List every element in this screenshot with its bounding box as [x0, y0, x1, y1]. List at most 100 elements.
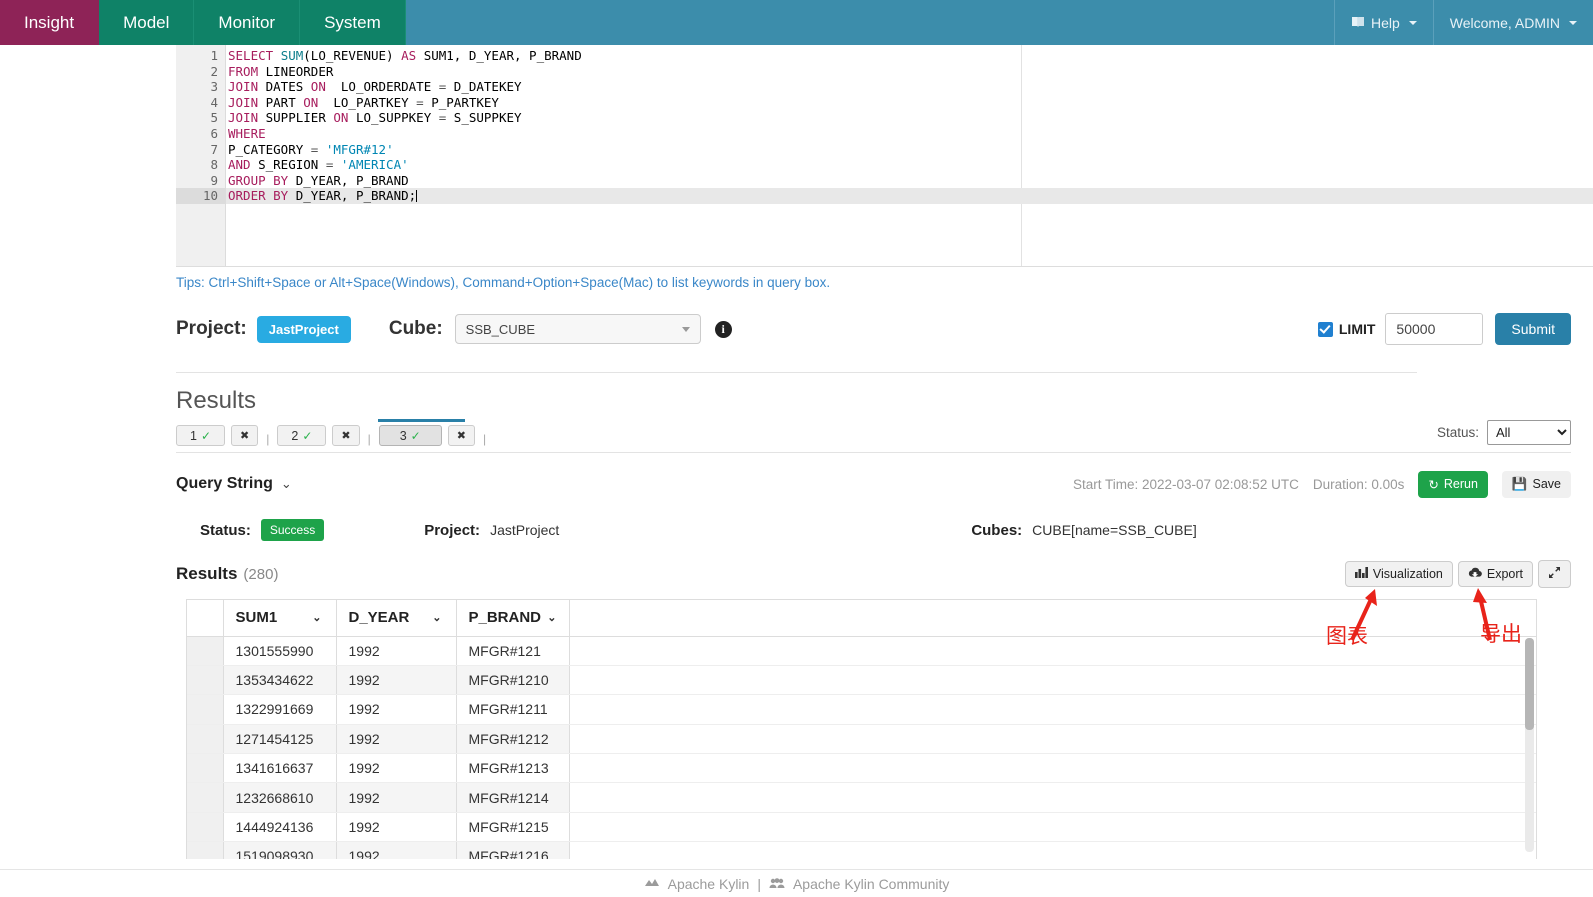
close-tab-1-button[interactable]: ✖	[231, 425, 259, 446]
editor-code-line[interactable]: JOIN DATES ON LO_ORDERDATE = D_DATEKEY	[226, 79, 1593, 95]
query-tab-2-label: 2	[291, 428, 299, 443]
cube-select[interactable]: SSB_CUBE	[454, 314, 701, 344]
table-row[interactable]: 1519098930 1992 MFGR#1216	[187, 841, 1536, 859]
column-header-d-year[interactable]: D_YEAR ⌄	[336, 600, 457, 637]
editor-code-line[interactable]: JOIN SUPPLIER ON LO_SUPPKEY = S_SUPPKEY	[226, 110, 1593, 126]
query-tab-3-label: 3	[399, 428, 407, 443]
code-token: D_DATEKEY	[446, 79, 522, 95]
editor-line-number-gutter: 1 2 3 4 5 6 7 8 9 10	[176, 45, 226, 266]
table-row[interactable]: 1444924136 1992 MFGR#1215	[187, 812, 1536, 843]
column-header-p-brand[interactable]: P_BRAND ⌄	[456, 600, 570, 637]
rerun-button[interactable]: ↻ Rerun	[1418, 470, 1488, 498]
save-button[interactable]: 💾 Save	[1501, 470, 1571, 498]
scrollbar-thumb[interactable]	[1525, 638, 1534, 730]
chevron-double-down-icon[interactable]: ⌄	[281, 476, 292, 492]
nav-item-insight[interactable]: Insight	[0, 0, 100, 45]
duration-label: Duration: 0.00s	[1312, 476, 1405, 492]
query-meta-row: Status: Success Project: JastProject Cub…	[176, 519, 1571, 541]
status-badge: Success	[260, 519, 325, 541]
query-tab-2[interactable]: 2 ✓	[277, 425, 327, 446]
table-cell: MFGR#121	[456, 636, 570, 666]
table-row[interactable]: 1322991669 1992 MFGR#1211	[187, 694, 1536, 725]
table-cell: 1992	[336, 665, 457, 696]
code-token: (LO_REVENUE)	[303, 48, 402, 63]
table-cell: MFGR#1213	[456, 753, 570, 784]
row-select-cell[interactable]	[187, 841, 224, 859]
row-select-cell[interactable]	[187, 724, 224, 755]
community-icon	[769, 876, 785, 892]
row-select-cell[interactable]	[187, 812, 224, 843]
table-row[interactable]: 1232668610 1992 MFGR#1214	[187, 782, 1536, 813]
submit-button[interactable]: Submit	[1495, 313, 1571, 345]
column-header-d-year-label: D_YEAR	[348, 609, 410, 627]
query-controls-row: Project: JastProject Cube: SSB_CUBE i LI…	[176, 312, 1593, 346]
cloud-download-icon	[1468, 567, 1482, 581]
table-cell: MFGR#1210	[456, 665, 570, 696]
editor-code-line[interactable]: SELECT SUM(LO_REVENUE) AS SUM1, D_YEAR, …	[226, 48, 1593, 64]
row-select-header	[187, 600, 224, 637]
code-token: LINEORDER	[258, 63, 334, 79]
code-token: ON	[310, 79, 326, 95]
editor-code-line[interactable]: JOIN PART ON LO_PARTKEY = P_PARTKEY	[226, 95, 1593, 111]
nav-item-system[interactable]: System	[300, 0, 406, 45]
table-cell: MFGR#1216	[456, 841, 570, 859]
footer-kylin-label[interactable]: Apache Kylin	[668, 876, 750, 892]
query-tab-3[interactable]: 3 ✓	[378, 425, 442, 446]
meta-cubes-label: Cubes:	[971, 521, 1023, 539]
top-navbar: Insight Model Monitor System Help Welcom…	[0, 0, 1593, 45]
editor-code-line[interactable]: FROM LINEORDER	[226, 64, 1593, 80]
table-row[interactable]: 1341616637 1992 MFGR#1213	[187, 753, 1536, 784]
table-vertical-scrollbar[interactable]	[1525, 638, 1534, 852]
export-button[interactable]: Export	[1457, 561, 1533, 587]
table-cell-filler	[569, 694, 1536, 725]
footer-separator: |	[757, 875, 761, 892]
refresh-icon: ↻	[1428, 477, 1439, 492]
row-select-cell[interactable]	[187, 753, 224, 784]
table-row[interactable]: 1271454125 1992 MFGR#1212	[187, 724, 1536, 755]
sql-editor[interactable]: 1 2 3 4 5 6 7 8 9 10 SELECT SUM(LO_REVENUE) AS SU…	[176, 45, 1593, 267]
code-token: P_CATEGORY	[228, 141, 311, 157]
chevron-down-icon: ⌄	[432, 612, 442, 624]
user-menu[interactable]: Welcome, ADMIN	[1432, 0, 1593, 45]
chevron-down-icon	[681, 326, 690, 332]
status-filter-select[interactable]: All	[1487, 420, 1571, 445]
info-icon[interactable]: i	[714, 320, 732, 338]
footer-community-label[interactable]: Apache Kylin Community	[793, 876, 949, 892]
tab-separator: |	[266, 432, 270, 446]
close-tab-3-button[interactable]: ✖	[447, 425, 475, 446]
row-select-cell[interactable]	[187, 636, 224, 666]
editor-line-number: 8	[176, 157, 225, 173]
meta-project-label: Project:	[424, 521, 481, 539]
query-tab-1[interactable]: 1 ✓	[176, 425, 226, 446]
help-menu[interactable]: Help	[1333, 0, 1433, 45]
tabs-divider	[176, 452, 1571, 453]
limit-input[interactable]	[1385, 313, 1484, 345]
editor-line-number-label: 1	[210, 48, 218, 63]
row-select-cell[interactable]	[187, 665, 224, 696]
row-select-cell[interactable]	[187, 782, 224, 813]
close-tab-2-button[interactable]: ✖	[332, 425, 360, 446]
table-cell: MFGR#1212	[456, 724, 570, 755]
table-cell: 1301555990	[223, 636, 337, 666]
table-row[interactable]: 1353434622 1992 MFGR#1210	[187, 665, 1536, 696]
results-actions: Visualization Export	[1344, 560, 1571, 588]
editor-code-line[interactable]: ORDER BY D_YEAR, P_BRAND;	[226, 188, 1593, 204]
nav-item-model[interactable]: Model	[99, 0, 195, 45]
row-select-cell[interactable]	[187, 694, 224, 725]
visualization-button[interactable]: Visualization	[1344, 561, 1453, 587]
editor-code-line[interactable]: AND S_REGION = 'AMERICA'	[226, 157, 1593, 173]
editor-line-number-label: 5	[210, 110, 218, 126]
nav-item-monitor[interactable]: Monitor	[194, 0, 301, 45]
editor-code-line[interactable]: WHERE	[226, 126, 1593, 142]
limit-checkbox[interactable]	[1317, 321, 1333, 337]
expand-button[interactable]	[1538, 560, 1571, 588]
table-cell: 1992	[336, 753, 457, 784]
project-badge[interactable]: JastProject	[256, 315, 351, 343]
editor-code-area[interactable]: SELECT SUM(LO_REVENUE) AS SUM1, D_YEAR, …	[226, 45, 1593, 266]
editor-code-line[interactable]: GROUP BY D_YEAR, P_BRAND	[226, 173, 1593, 189]
editor-line-number: 10	[176, 188, 225, 204]
visualization-label: Visualization	[1372, 567, 1443, 581]
editor-code-line[interactable]: P_CATEGORY = 'MFGR#12'	[226, 142, 1593, 158]
column-header-sum1[interactable]: SUM1 ⌄	[223, 600, 337, 637]
